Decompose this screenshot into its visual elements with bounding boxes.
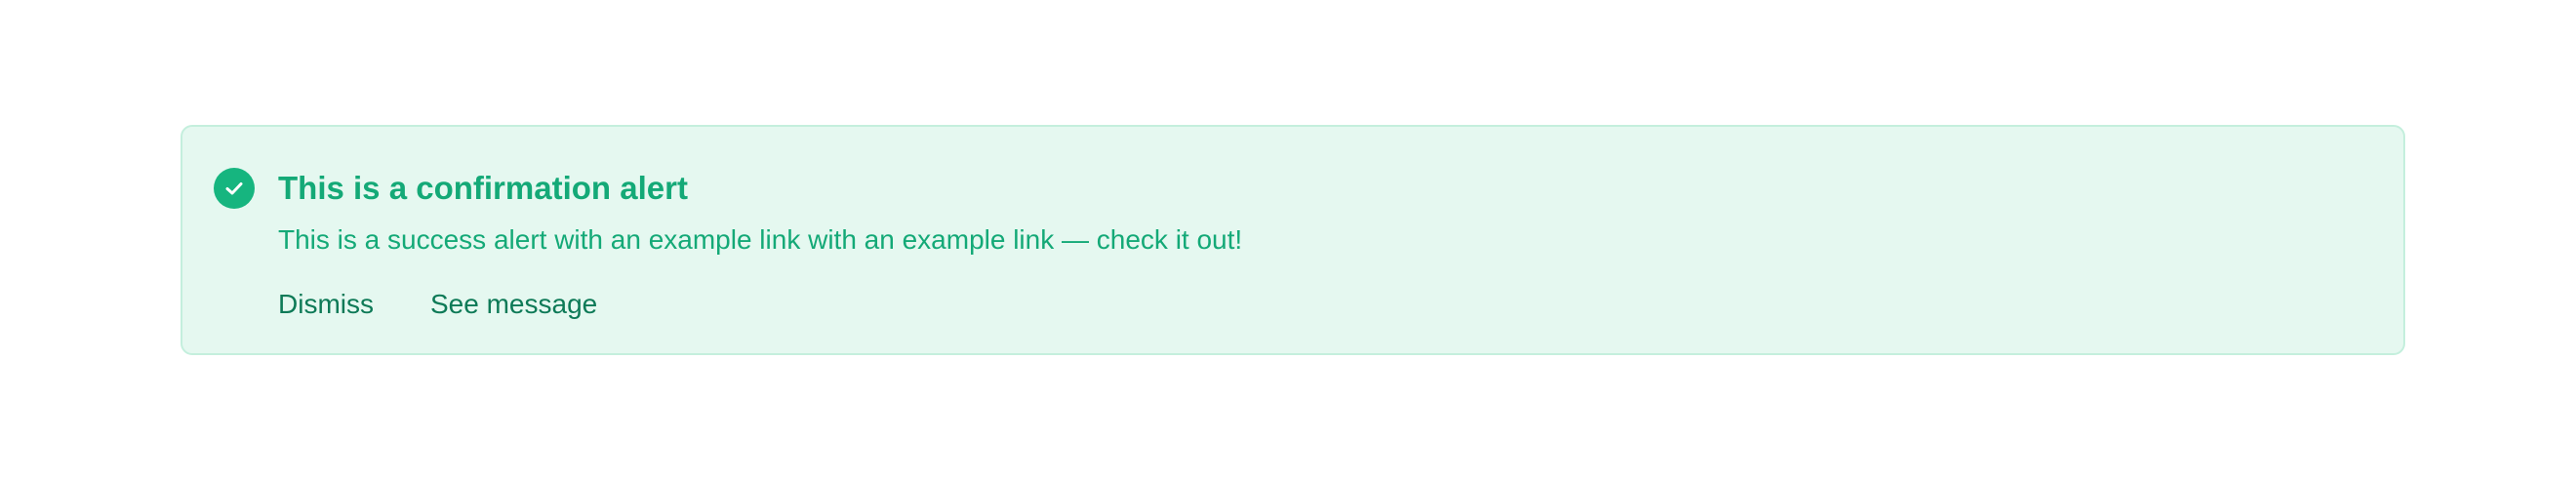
success-alert: This is a confirmation alert This is a s… (181, 125, 2405, 355)
see-message-button[interactable]: See message (430, 285, 597, 324)
dismiss-button[interactable]: Dismiss (278, 285, 374, 324)
checkmark-icon (225, 182, 243, 195)
check-circle-icon (214, 168, 255, 209)
alert-message: This is a success alert with an example … (278, 224, 1243, 255)
alert-title: This is a confirmation alert (278, 170, 688, 206)
alert-actions: Dismiss See message (278, 285, 597, 324)
